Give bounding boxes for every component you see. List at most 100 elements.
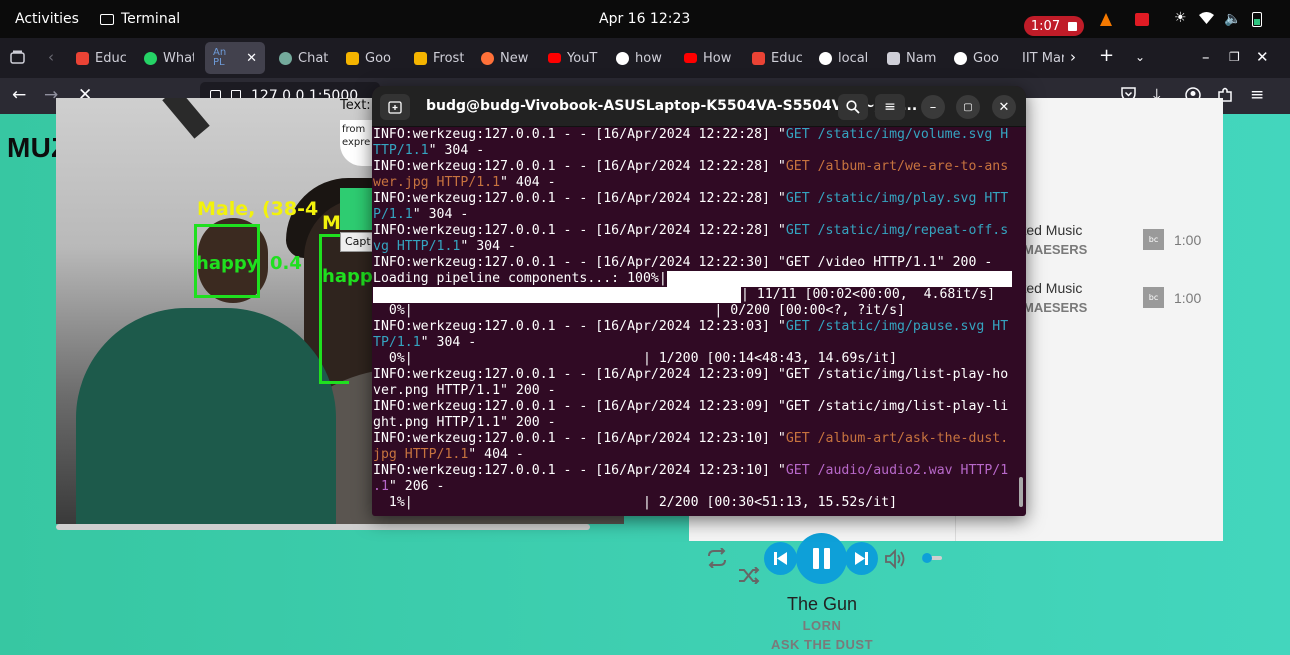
clock[interactable]: Apr 16 12:23 <box>599 11 690 27</box>
terminal-line: vg HTTP/1.1" 304 - <box>373 239 1015 255</box>
terminal-line-text: GET /static/img/play.svg HTT <box>785 191 1009 206</box>
new-tab-button[interactable] <box>380 94 410 120</box>
terminal-line: Loading pipeline components...: 100%| <box>373 271 1015 287</box>
wifi-icon[interactable] <box>1199 12 1214 28</box>
terminal-line: INFO:werkzeug:127.0.0.1 - - [16/Apr/2024… <box>373 431 1015 447</box>
youtube-icon <box>548 53 561 63</box>
terminal-line-text: | 11/11 [00:02<00:00, 4.68it/s] <box>741 287 996 302</box>
activities-button[interactable]: Activities <box>15 11 79 27</box>
back-icon[interactable]: ← <box>12 85 26 105</box>
firefox-icon <box>481 51 494 65</box>
minimize-button[interactable]: – <box>921 95 945 119</box>
hamburger-menu-button[interactable]: ≡ <box>875 94 905 120</box>
volume-slider-handle[interactable] <box>922 553 932 563</box>
search-button[interactable] <box>838 94 868 120</box>
terminal-line-text: INFO:werkzeug:127.0.0.1 - - [16/Apr/2024… <box>373 191 786 206</box>
terminal-line: INFO:werkzeug:127.0.0.1 - - [16/Apr/2024… <box>373 367 1015 383</box>
brightness-icon[interactable]: ☀ <box>1174 10 1187 26</box>
scroll-tabs-right-icon[interactable]: › <box>1070 48 1076 66</box>
tab-4[interactable]: Chat <box>279 47 329 69</box>
previous-button[interactable] <box>764 542 797 575</box>
terminal-line-text: | 0/200 [00:00<?, ?it/s] <box>412 303 905 318</box>
close-tab-icon[interactable]: ✕ <box>246 51 257 66</box>
emotion-label: happ <box>322 266 373 287</box>
system-top-bar: Activities Terminal Apr 16 12:23 1:07 ☀ … <box>0 0 1290 38</box>
tab-14[interactable]: Goo <box>954 47 1004 69</box>
tab-9[interactable]: how <box>616 47 666 69</box>
terminal-line: P/1.1" 304 - <box>373 207 1015 223</box>
pause-button[interactable] <box>796 533 847 584</box>
google-slides-icon <box>346 51 359 65</box>
close-window-icon[interactable]: ✕ <box>1256 48 1269 66</box>
now-playing-title: The Gun <box>786 594 858 614</box>
google-slides-icon <box>414 51 427 65</box>
terminal-output[interactable]: INFO:werkzeug:127.0.0.1 - - [16/Apr/2024… <box>373 127 1015 511</box>
face-label: Male, (38-4 <box>197 198 319 220</box>
screen-recording-indicator[interactable]: 1:07 <box>1024 16 1084 36</box>
volume-icon[interactable]: 🔈 <box>1224 11 1241 27</box>
terminal-window[interactable]: budg@budg-Vivobook-ASUSLaptop-K5504VA-S5… <box>372 86 1026 516</box>
terminal-scrollbar[interactable] <box>1019 477 1023 507</box>
close-button[interactable]: ✕ <box>992 95 1016 119</box>
menu-icon[interactable]: ≡ <box>1250 85 1264 105</box>
tab-8[interactable]: YouT <box>548 47 598 69</box>
battery-icon[interactable] <box>1252 12 1262 27</box>
search-icon <box>846 100 860 114</box>
tab-7[interactable]: New <box>481 47 531 69</box>
terminal-line-text: | 1/200 [00:14<48:43, 14.69s/it] <box>412 351 898 366</box>
recorder-icon[interactable] <box>1135 13 1149 26</box>
new-tab-icon[interactable]: + <box>1099 45 1114 66</box>
terminal-line-text: INFO:werkzeug:127.0.0.1 - - [16/Apr/2024… <box>373 127 786 142</box>
tab-15[interactable]: IIT Mar <box>1022 47 1064 69</box>
terminal-line: INFO:werkzeug:127.0.0.1 - - [16/Apr/2024… <box>373 319 1015 335</box>
terminal-line: INFO:werkzeug:127.0.0.1 - - [16/Apr/2024… <box>373 399 1015 415</box>
shuffle-icon[interactable] <box>738 566 760 588</box>
list-tabs-icon[interactable]: ⌄ <box>1135 50 1145 64</box>
terminal-line-text: 1%| <box>373 495 413 510</box>
restore-icon[interactable]: ❐ <box>1229 50 1240 64</box>
terminal-icon <box>100 13 114 25</box>
terminal-line-text: wer.jpg HTTP/1.1 <box>373 175 501 190</box>
volume-icon[interactable] <box>884 548 908 573</box>
app-menu[interactable]: Terminal <box>100 11 180 27</box>
youtube-icon <box>684 53 697 63</box>
capture-button[interactable]: Capt <box>340 232 374 252</box>
google-icon <box>616 51 629 65</box>
terminal-line-text: GET /static/img/volume.svg H <box>785 127 1009 142</box>
next-button[interactable] <box>845 542 878 575</box>
tab-13[interactable]: Nam <box>887 47 937 69</box>
tab-2[interactable]: What <box>144 47 194 69</box>
tab-5[interactable]: Goo <box>346 47 396 69</box>
terminal-line: INFO:werkzeug:127.0.0.1 - - [16/Apr/2024… <box>373 255 1015 271</box>
terminal-header-bar[interactable]: budg@budg-Vivobook-ASUSLaptop-K5504VA-S5… <box>372 86 1026 127</box>
recording-time: 1:07 <box>1030 18 1061 34</box>
maximize-button[interactable]: ▢ <box>956 95 980 119</box>
repeat-icon[interactable] <box>705 547 729 572</box>
tab-overview-icon[interactable] <box>10 50 25 68</box>
terminal-line-text: vg HTTP/1.1 <box>373 239 461 254</box>
minimize-icon[interactable]: – <box>1202 48 1210 66</box>
horizontal-scrollbar[interactable] <box>56 524 590 530</box>
tab-11[interactable]: Educ <box>752 47 802 69</box>
terminal-line-text: INFO:werkzeug:127.0.0.1 - - [16/Apr/2024… <box>373 159 786 174</box>
tab-10[interactable]: How <box>684 47 734 69</box>
tab-1[interactable]: Educ <box>76 47 126 69</box>
terminal-line: 0%| | 1/200 [00:14<48:43, 14.69s/it] <box>373 351 1015 367</box>
scroll-tabs-left-icon[interactable]: ‹ <box>48 48 54 66</box>
track-duration: 1:00 <box>1174 232 1202 248</box>
tab-active[interactable]: An PL ✕ <box>205 42 265 74</box>
page-icon <box>887 51 900 65</box>
terminal-line: ght.png HTTP/1.1" 200 - <box>373 415 1015 431</box>
terminal-line-text: 0%| <box>373 351 413 366</box>
tab-6[interactable]: Frost <box>414 47 464 69</box>
terminal-line: INFO:werkzeug:127.0.0.1 - - [16/Apr/2024… <box>373 223 1015 239</box>
terminal-line: INFO:werkzeug:127.0.0.1 - - [16/Apr/2024… <box>373 127 1015 143</box>
tab-12[interactable]: local <box>819 47 869 69</box>
vlc-icon[interactable] <box>1100 13 1112 26</box>
app-name: Terminal <box>121 11 181 27</box>
terminal-line: 1%| | 2/200 [00:30<51:13, 15.52s/it] <box>373 495 1015 511</box>
chatgpt-icon <box>279 51 292 65</box>
text-panel-label: Text: <box>340 98 371 113</box>
maximize-icon: ▢ <box>963 101 973 113</box>
terminal-line-text: P/1.1 <box>373 207 413 222</box>
